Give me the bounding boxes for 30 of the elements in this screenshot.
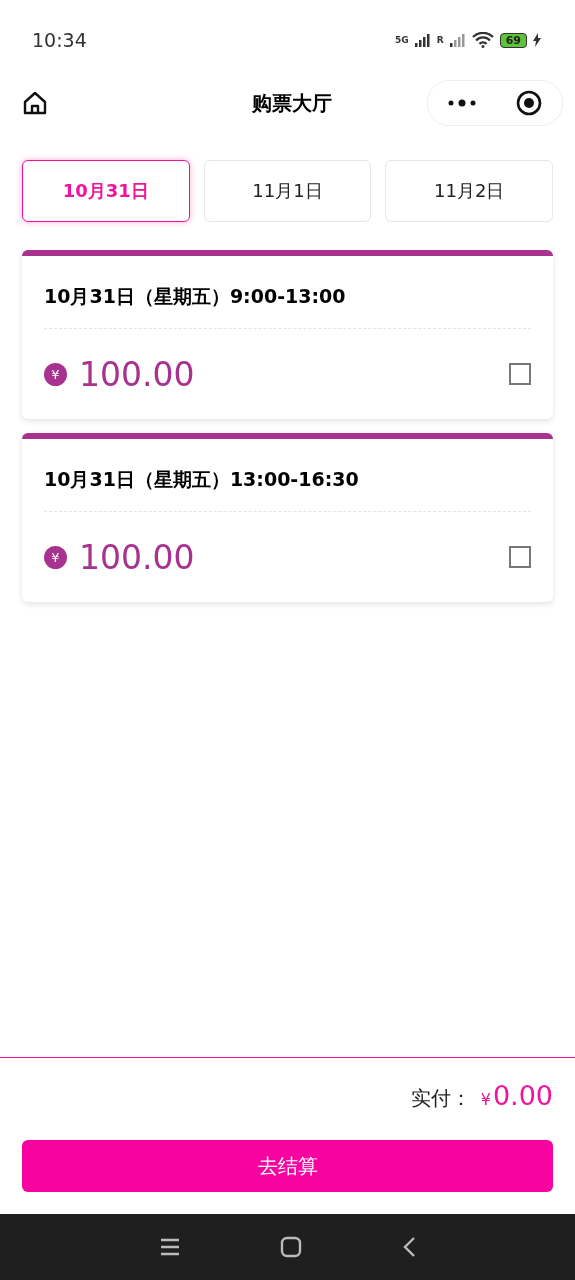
total-label: 实付：	[410, 1085, 471, 1112]
session-title: 10月31日（星期五）9:00-13:00	[44, 256, 531, 329]
signal-icon	[449, 33, 466, 47]
battery-level: 69	[499, 32, 527, 48]
total-amount: 0.00	[492, 1080, 553, 1111]
currency-badge: ¥	[44, 362, 67, 386]
session-title: 10月31日（星期五）13:00-16:30	[44, 439, 531, 512]
select-checkbox[interactable]	[509, 363, 531, 385]
status-time: 10:34	[32, 29, 87, 51]
page-title: 购票大厅	[251, 89, 332, 117]
date-tab[interactable]: 10月31日	[22, 160, 190, 222]
checkout-button[interactable]: 去结算	[22, 1140, 553, 1192]
more-icon[interactable]	[448, 99, 476, 107]
sim-label: R	[436, 35, 444, 45]
date-tab[interactable]: 11月2日	[385, 160, 553, 222]
home-icon[interactable]	[22, 90, 48, 116]
home-square-icon[interactable]	[279, 1236, 302, 1258]
session-price: 100.00	[79, 537, 196, 577]
network-label: 5G	[395, 35, 409, 45]
close-target-icon[interactable]	[516, 90, 542, 116]
signal-icon	[414, 33, 431, 47]
date-tab[interactable]: 11月1日	[203, 160, 372, 222]
menu-icon[interactable]	[159, 1238, 180, 1256]
currency-symbol: ¥	[480, 1090, 491, 1109]
session-price: 100.00	[79, 354, 196, 394]
currency-badge: ¥	[44, 545, 67, 569]
back-icon[interactable]	[401, 1236, 416, 1258]
wifi-icon	[471, 32, 494, 48]
select-checkbox[interactable]	[509, 546, 531, 568]
charging-icon	[533, 33, 541, 47]
